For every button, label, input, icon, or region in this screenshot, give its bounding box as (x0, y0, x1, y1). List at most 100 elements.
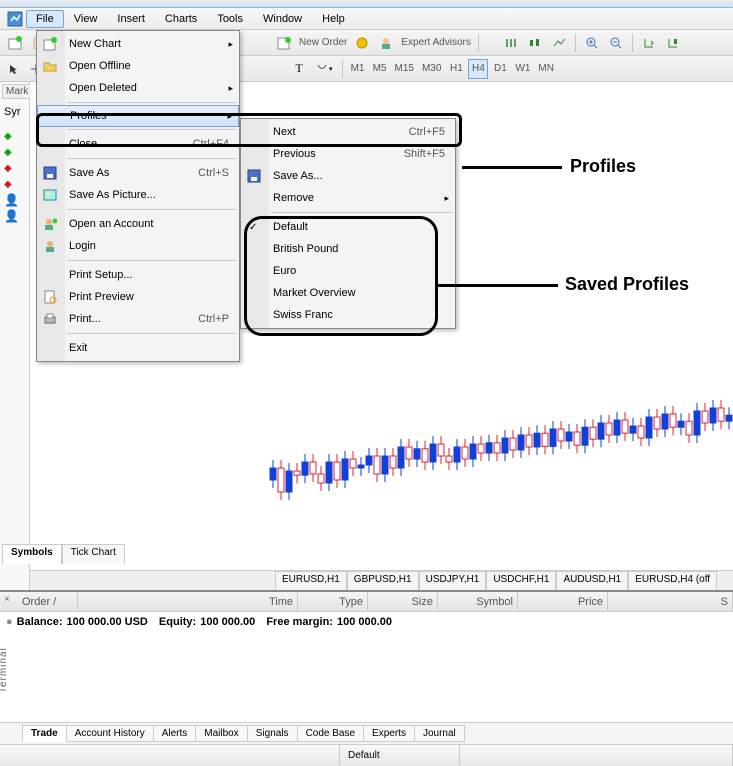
bar-chart-icon[interactable] (500, 33, 522, 53)
symbol-row[interactable]: ◆ (0, 176, 29, 192)
tick-chart-tab[interactable]: Tick Chart (62, 544, 125, 564)
profiles-remove[interactable]: Remove▸ (241, 187, 455, 209)
line-chart-icon[interactable] (548, 33, 570, 53)
menu-open-deleted[interactable]: Open Deleted▸ (37, 77, 239, 99)
chart-tab[interactable]: EURUSD,H4 (off (628, 571, 717, 590)
tf-m15[interactable]: M15 (392, 59, 417, 79)
check-icon: ✓ (249, 222, 257, 233)
symbols-tab[interactable]: Symbols (2, 544, 62, 564)
tf-m30[interactable]: M30 (419, 59, 444, 79)
tab-account-history[interactable]: Account History (66, 725, 154, 742)
menu-open-offline[interactable]: Open Offline (37, 55, 239, 77)
col-time[interactable]: Time (78, 592, 298, 611)
col-order[interactable]: Order / (18, 592, 78, 611)
chart-tab[interactable]: USDCHF,H1 (486, 571, 556, 590)
chart-tab[interactable]: GBPUSD,H1 (347, 571, 419, 590)
col-size[interactable]: Size (368, 592, 438, 611)
profile-british-pound[interactable]: British Pound (241, 238, 455, 260)
tf-h1[interactable]: H1 (446, 59, 466, 79)
terminal-tabs: Trade Account History Alerts Mailbox Sig… (0, 722, 733, 744)
preview-icon (42, 289, 58, 305)
cursor-icon[interactable] (4, 59, 24, 79)
tf-mn[interactable]: MN (535, 59, 557, 79)
chart-tab[interactable]: AUDUSD,H1 (556, 571, 628, 590)
col-s[interactable]: S (608, 592, 733, 611)
expert-advisors-icon[interactable] (375, 33, 397, 53)
chart-shift-icon[interactable] (662, 33, 684, 53)
folder-icon (42, 58, 58, 74)
menu-profiles[interactable]: Profiles▸ (37, 105, 239, 127)
menu-close[interactable]: CloseCtrl+F4 (37, 133, 239, 155)
menu-login[interactable]: Login (37, 235, 239, 257)
save-icon (246, 168, 262, 184)
close-icon[interactable]: × (4, 594, 10, 605)
symbol-row[interactable]: ◆ (0, 144, 29, 160)
symbol-row[interactable]: ◆ (0, 128, 29, 144)
symbol-row[interactable]: 👤 (0, 192, 29, 208)
symbol-row[interactable]: 👤 (0, 208, 29, 224)
autotrading-icon[interactable] (351, 33, 373, 53)
tab-signals[interactable]: Signals (247, 725, 298, 742)
tf-m5[interactable]: M5 (370, 59, 390, 79)
text-icon[interactable]: T (289, 59, 309, 79)
symbol-row[interactable]: ◆ (0, 160, 29, 176)
tf-w1[interactable]: W1 (512, 59, 533, 79)
objects-icon[interactable]: ▾ (311, 59, 337, 79)
balance-value: 100 000.00 USD (67, 616, 148, 628)
tab-mailbox[interactable]: Mailbox (195, 725, 247, 742)
equity-value: 100 000.00 (200, 616, 255, 628)
person-icon (42, 238, 58, 254)
tf-d1[interactable]: D1 (490, 59, 510, 79)
menu-print-preview[interactable]: Print Preview (37, 286, 239, 308)
profile-euro[interactable]: Euro (241, 260, 455, 282)
tab-experts[interactable]: Experts (363, 725, 415, 742)
auto-scroll-icon[interactable] (638, 33, 660, 53)
col-price[interactable]: Price (518, 592, 608, 611)
new-order-button[interactable] (273, 33, 295, 53)
profiles-save-as[interactable]: Save As... (241, 165, 455, 187)
col-symbol[interactable]: Symbol (438, 592, 518, 611)
new-order-label[interactable]: New Order (297, 37, 349, 48)
zoom-out-icon[interactable] (605, 33, 627, 53)
tf-m1[interactable]: M1 (348, 59, 368, 79)
profiles-next[interactable]: NextCtrl+F5 (241, 121, 455, 143)
candle-chart-icon[interactable] (524, 33, 546, 53)
zoom-in-icon[interactable] (581, 33, 603, 53)
col-type[interactable]: Type (298, 592, 368, 611)
save-icon (42, 165, 58, 181)
menu-tools[interactable]: Tools (207, 10, 253, 28)
tab-code-base[interactable]: Code Base (297, 725, 364, 742)
chart-tab[interactable]: EURUSD,H1 (275, 571, 347, 590)
tab-trade[interactable]: Trade (22, 725, 67, 742)
menu-exit[interactable]: Exit (37, 337, 239, 359)
menu-charts[interactable]: Charts (155, 10, 207, 28)
menu-new-chart[interactable]: New Chart▸ (37, 33, 239, 55)
tab-alerts[interactable]: Alerts (153, 725, 197, 742)
annotation-line (438, 284, 558, 287)
profile-market-overview[interactable]: Market Overview (241, 282, 455, 304)
dot-icon: ● (6, 616, 13, 628)
margin-label: Free margin: (266, 616, 333, 628)
tf-h4[interactable]: H4 (468, 59, 488, 79)
menu-save-picture[interactable]: Save As Picture... (37, 184, 239, 206)
new-chart-icon[interactable] (4, 33, 26, 53)
expert-advisors-label[interactable]: Expert Advisors (399, 37, 472, 48)
menu-print-setup[interactable]: Print Setup... (37, 264, 239, 286)
tab-journal[interactable]: Journal (414, 725, 465, 742)
profiles-previous[interactable]: PreviousShift+F5 (241, 143, 455, 165)
profile-default[interactable]: ✓Default (241, 216, 455, 238)
menu-save-as[interactable]: Save AsCtrl+S (37, 162, 239, 184)
profile-swiss-franc[interactable]: Swiss Franc (241, 304, 455, 326)
terminal-header: Order / Time Type Size Symbol Price S (0, 592, 733, 612)
chart-tab[interactable]: USDJPY,H1 (419, 571, 487, 590)
print-icon (42, 311, 58, 327)
menu-help[interactable]: Help (312, 10, 355, 28)
menu-view[interactable]: View (64, 10, 108, 28)
balance-label: Balance: (17, 616, 63, 628)
menu-open-account[interactable]: Open an Account (37, 213, 239, 235)
menu-window[interactable]: Window (253, 10, 312, 28)
symbol-header: Syr (0, 104, 29, 120)
menu-print[interactable]: Print...Ctrl+P (37, 308, 239, 330)
menu-file[interactable]: File (26, 10, 64, 28)
menu-insert[interactable]: Insert (107, 10, 155, 28)
